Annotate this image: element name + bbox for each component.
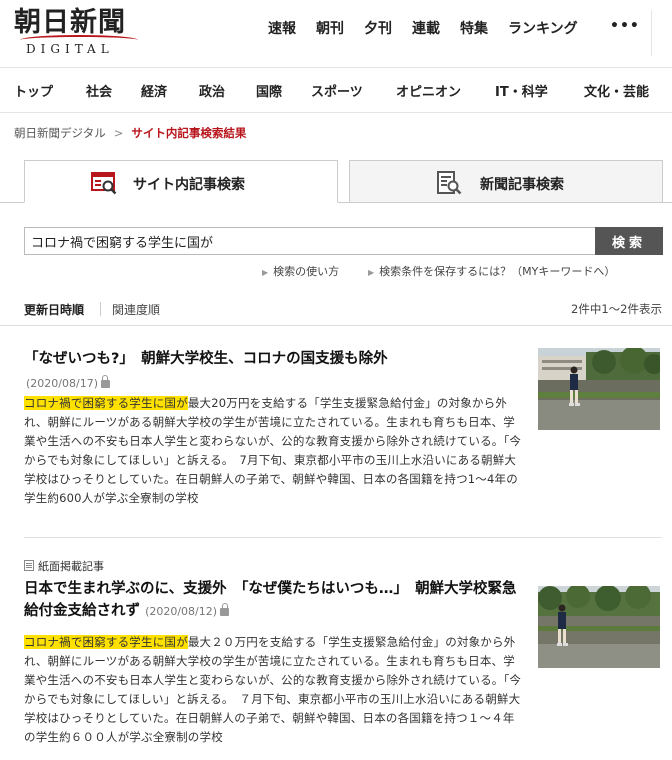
logo-swoosh [20, 35, 138, 41]
category-international[interactable]: 国際 [256, 81, 282, 100]
print-edition-tag: 紙面掲載記事 [24, 558, 104, 574]
thumbnail-photo [538, 348, 660, 430]
sort-by-relevance[interactable]: 関連度順 [112, 301, 160, 318]
top-nav-breaking[interactable]: 速報 [268, 18, 296, 38]
article-date: (2020/08/12) [145, 605, 218, 618]
top-nav-ranking[interactable]: ランキング [508, 18, 578, 38]
print-edition-label: 紙面掲載記事 [38, 560, 104, 573]
logo-subtext: DIGITAL [26, 42, 114, 56]
article-title-link[interactable]: 「なぜいつも?」 朝鮮大学校生、コロナの国支援も除外 [24, 348, 524, 370]
thumbnail-photo [538, 586, 660, 668]
search-help-link[interactable]: ▶ 検索の使い方 [262, 263, 339, 279]
result-divider [24, 537, 662, 538]
lock-icon [100, 375, 110, 388]
search-box: 検索 [24, 227, 663, 255]
top-nav-series[interactable]: 連載 [412, 18, 440, 38]
article-date-line: (2020/08/17) [26, 372, 110, 391]
snippet-text: 最大２０万円を支給する「学生支援緊急給付金」の対象から外れ、朝鮮にルーツがある朝… [24, 635, 522, 744]
result-item: 紙面掲載記事 日本で生まれ学ぶのに、支援外 「なぜ僕たちはいつも…」 朝鮮大学校… [0, 554, 672, 760]
category-politics[interactable]: 政治 [199, 81, 225, 100]
tab-newspaper-search[interactable]: 新聞記事検索 [349, 160, 663, 203]
newspaper-icon [24, 560, 34, 571]
category-sports[interactable]: スポーツ [311, 81, 363, 100]
save-conditions-label: 検索条件を保存するには？（MYキーワードへ） [379, 265, 616, 278]
newspaper-search-icon [437, 171, 462, 195]
site-logo[interactable]: 朝日新聞 DIGITAL [14, 8, 154, 58]
tab-site-search[interactable]: サイト内記事検索 [24, 160, 338, 203]
search-input[interactable] [25, 228, 593, 254]
sort-bar: 更新日時順 関連度順 2件中1～2件表示 [0, 292, 672, 326]
top-nav: 速報 朝刊 夕刊 連載 特集 ランキング ••• [268, 18, 639, 38]
result-count: 2件中1～2件表示 [571, 302, 662, 316]
article-title-text: 日本で生まれ学ぶのに、支援外 「なぜ僕たちはいつも…」 朝鮮大学校緊急給付金支給… [24, 581, 517, 619]
result-item: 「なぜいつも?」 朝鮮大学校生、コロナの国支援も除外 (2020/08/17) … [0, 340, 672, 530]
site-search-icon [91, 172, 117, 195]
article-date: (2020/08/17) [26, 377, 98, 390]
category-top[interactable]: トップ [14, 81, 53, 100]
tab-newspaper-search-label: 新聞記事検索 [480, 177, 564, 193]
article-snippet: コロナ禍で困窮する学生に国が最大２０万円を支給する「学生支援緊急給付金」の対象か… [24, 633, 524, 747]
breadcrumb-current: サイト内記事検索結果 [131, 126, 247, 140]
logo-text: 朝日新聞 [14, 7, 126, 38]
search-highlight: コロナ禍で困窮する学生に国が [24, 635, 188, 649]
top-nav-features[interactable]: 特集 [460, 18, 488, 38]
triangle-icon: ▶ [262, 268, 269, 277]
search-help-label: 検索の使い方 [273, 265, 340, 278]
sort-by-date[interactable]: 更新日時順 [24, 301, 84, 318]
article-title-link[interactable]: 日本で生まれ学ぶのに、支援外 「なぜ僕たちはいつも…」 朝鮮大学校緊急給付金支給… [24, 578, 524, 623]
more-menu-button[interactable]: ••• [610, 18, 640, 34]
lock-icon [220, 603, 230, 616]
category-it-science[interactable]: IT・科学 [495, 81, 548, 100]
article-snippet: コロナ禍で困窮する学生に国が最大20万円を支給する「学生支援緊急給付金」の対象か… [24, 394, 524, 508]
site-header: 朝日新聞 DIGITAL 速報 朝刊 夕刊 連載 特集 ランキング ••• [0, 0, 672, 68]
top-nav-morning[interactable]: 朝刊 [316, 18, 344, 38]
top-nav-evening[interactable]: 夕刊 [364, 18, 392, 38]
save-conditions-link[interactable]: ▶ 検索条件を保存するには？（MYキーワードへ） [368, 263, 615, 279]
breadcrumb-home-link[interactable]: 朝日新聞デジタル [14, 126, 106, 140]
search-button[interactable]: 検索 [595, 227, 663, 255]
sort-separator [100, 302, 101, 316]
category-culture[interactable]: 文化・芸能 [584, 81, 649, 100]
snippet-text: 最大20万円を支給する「学生支援緊急給付金」の対象から外れ、朝鮮にルーツがある朝… [24, 396, 522, 505]
category-society[interactable]: 社会 [86, 81, 112, 100]
breadcrumb: 朝日新聞デジタル > サイト内記事検索結果 [14, 125, 246, 141]
triangle-icon: ▶ [368, 268, 375, 277]
article-thumbnail[interactable] [538, 348, 660, 430]
article-thumbnail[interactable] [538, 586, 660, 668]
category-opinion[interactable]: オピニオン [396, 81, 461, 100]
breadcrumb-separator: > [113, 126, 124, 140]
search-highlight: コロナ禍で困窮する学生に国が [24, 396, 188, 410]
header-divider [651, 10, 652, 56]
category-nav: トップ 社会 経済 政治 国際 スポーツ オピニオン IT・科学 文化・芸能 [0, 68, 672, 113]
tab-site-search-label: サイト内記事検索 [133, 177, 245, 193]
category-economy[interactable]: 経済 [141, 81, 167, 100]
